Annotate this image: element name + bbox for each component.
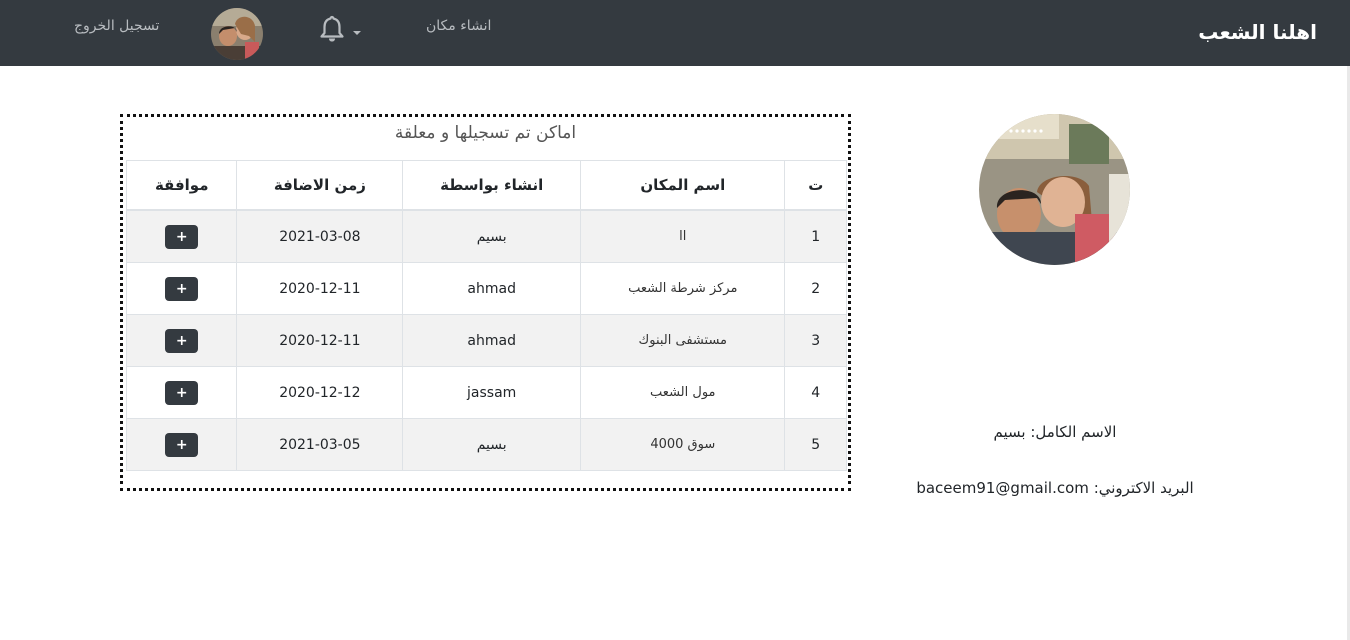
email-row: البريد الاكتروني: baceem91@gmail.com bbox=[890, 479, 1220, 497]
avatar-photo bbox=[211, 8, 263, 60]
header-num: ت bbox=[784, 160, 847, 211]
bell-icon bbox=[320, 15, 344, 42]
cell-added-time: 2021-03-05 bbox=[236, 418, 404, 471]
cell-approve: + bbox=[125, 314, 238, 367]
cell-num: 2 bbox=[784, 262, 847, 315]
cell-place-name: مستشفى البنوك bbox=[580, 314, 786, 367]
table-row: 4 مول الشعب jassam 2020-12-12 + bbox=[125, 366, 847, 419]
pending-places-panel: اماكن تم تسجيلها و معلقة ت اسم المكان ان… bbox=[120, 114, 851, 491]
header-place-name: اسم المكان bbox=[580, 160, 786, 211]
table-row: 5 سوق 4000 بسيم 2021-03-05 + bbox=[125, 418, 847, 471]
cell-approve: + bbox=[125, 262, 238, 315]
cell-created-by: jassam bbox=[402, 366, 582, 419]
table-caption: اماكن تم تسجيلها و معلقة bbox=[394, 123, 577, 143]
brand-title[interactable]: اهلنا الشعب bbox=[1198, 20, 1317, 44]
header-created-by: انشاء بواسطة bbox=[402, 160, 582, 211]
approve-button[interactable]: + bbox=[165, 432, 199, 457]
cell-num: 4 bbox=[784, 366, 847, 419]
table-row: 1 ll بسيم 2021-03-08 + bbox=[125, 209, 847, 263]
cell-approve: + bbox=[125, 418, 238, 471]
header-approve: موافقة bbox=[125, 160, 238, 211]
create-place-link[interactable]: انشاء مكان bbox=[426, 18, 491, 34]
cell-approve: + bbox=[125, 209, 238, 263]
cell-place-name: سوق 4000 bbox=[580, 418, 786, 471]
pending-places-table: ت اسم المكان انشاء بواسطة زمن الاضافة مو… bbox=[125, 160, 847, 471]
cell-num: 1 bbox=[784, 209, 847, 263]
approve-button[interactable]: + bbox=[165, 224, 199, 249]
full-name-value: بسيم bbox=[993, 423, 1026, 441]
cell-added-time: 2020-12-11 bbox=[236, 314, 404, 367]
email-label: البريد الاكتروني: bbox=[1093, 479, 1194, 497]
approve-button[interactable]: + bbox=[165, 380, 199, 405]
table-row: 3 مستشفى البنوك ahmad 2020-12-11 + bbox=[125, 314, 847, 367]
chevron-down-icon bbox=[353, 31, 361, 35]
cell-num: 3 bbox=[784, 314, 847, 367]
full-name-label: الاسم الكامل: bbox=[1030, 423, 1117, 441]
cell-approve: + bbox=[125, 366, 238, 419]
cell-num: 5 bbox=[784, 418, 847, 471]
cell-place-name: مول الشعب bbox=[580, 366, 786, 419]
full-name-row: الاسم الكامل: بسيم bbox=[940, 423, 1170, 441]
notifications-dropdown[interactable] bbox=[317, 14, 363, 46]
email-value: baceem91@gmail.com bbox=[916, 479, 1089, 497]
table-header-row: ت اسم المكان انشاء بواسطة زمن الاضافة مو… bbox=[125, 160, 847, 211]
cell-created-by: بسيم bbox=[402, 209, 582, 263]
cell-place-name: مركز شرطة الشعب bbox=[580, 262, 786, 315]
logout-link[interactable]: تسجيل الخروج bbox=[74, 18, 159, 34]
profile-photo bbox=[979, 114, 1130, 265]
approve-button[interactable]: + bbox=[165, 276, 199, 301]
top-navbar: اهلنا الشعب انشاء مكان تسجيل الخروج bbox=[0, 0, 1350, 66]
approve-button[interactable]: + bbox=[165, 328, 199, 353]
cell-added-time: 2020-12-12 bbox=[236, 366, 404, 419]
cell-created-by: بسيم bbox=[402, 418, 582, 471]
profile-image bbox=[979, 114, 1130, 265]
cell-created-by: ahmad bbox=[402, 262, 582, 315]
cell-created-by: ahmad bbox=[402, 314, 582, 367]
cell-added-time: 2021-03-08 bbox=[236, 209, 404, 263]
cell-added-time: 2020-12-11 bbox=[236, 262, 404, 315]
header-added-time: زمن الاضافة bbox=[236, 160, 404, 211]
cell-place-name: ll bbox=[580, 209, 786, 263]
user-avatar[interactable] bbox=[211, 8, 263, 60]
table-row: 2 مركز شرطة الشعب ahmad 2020-12-11 + bbox=[125, 262, 847, 315]
